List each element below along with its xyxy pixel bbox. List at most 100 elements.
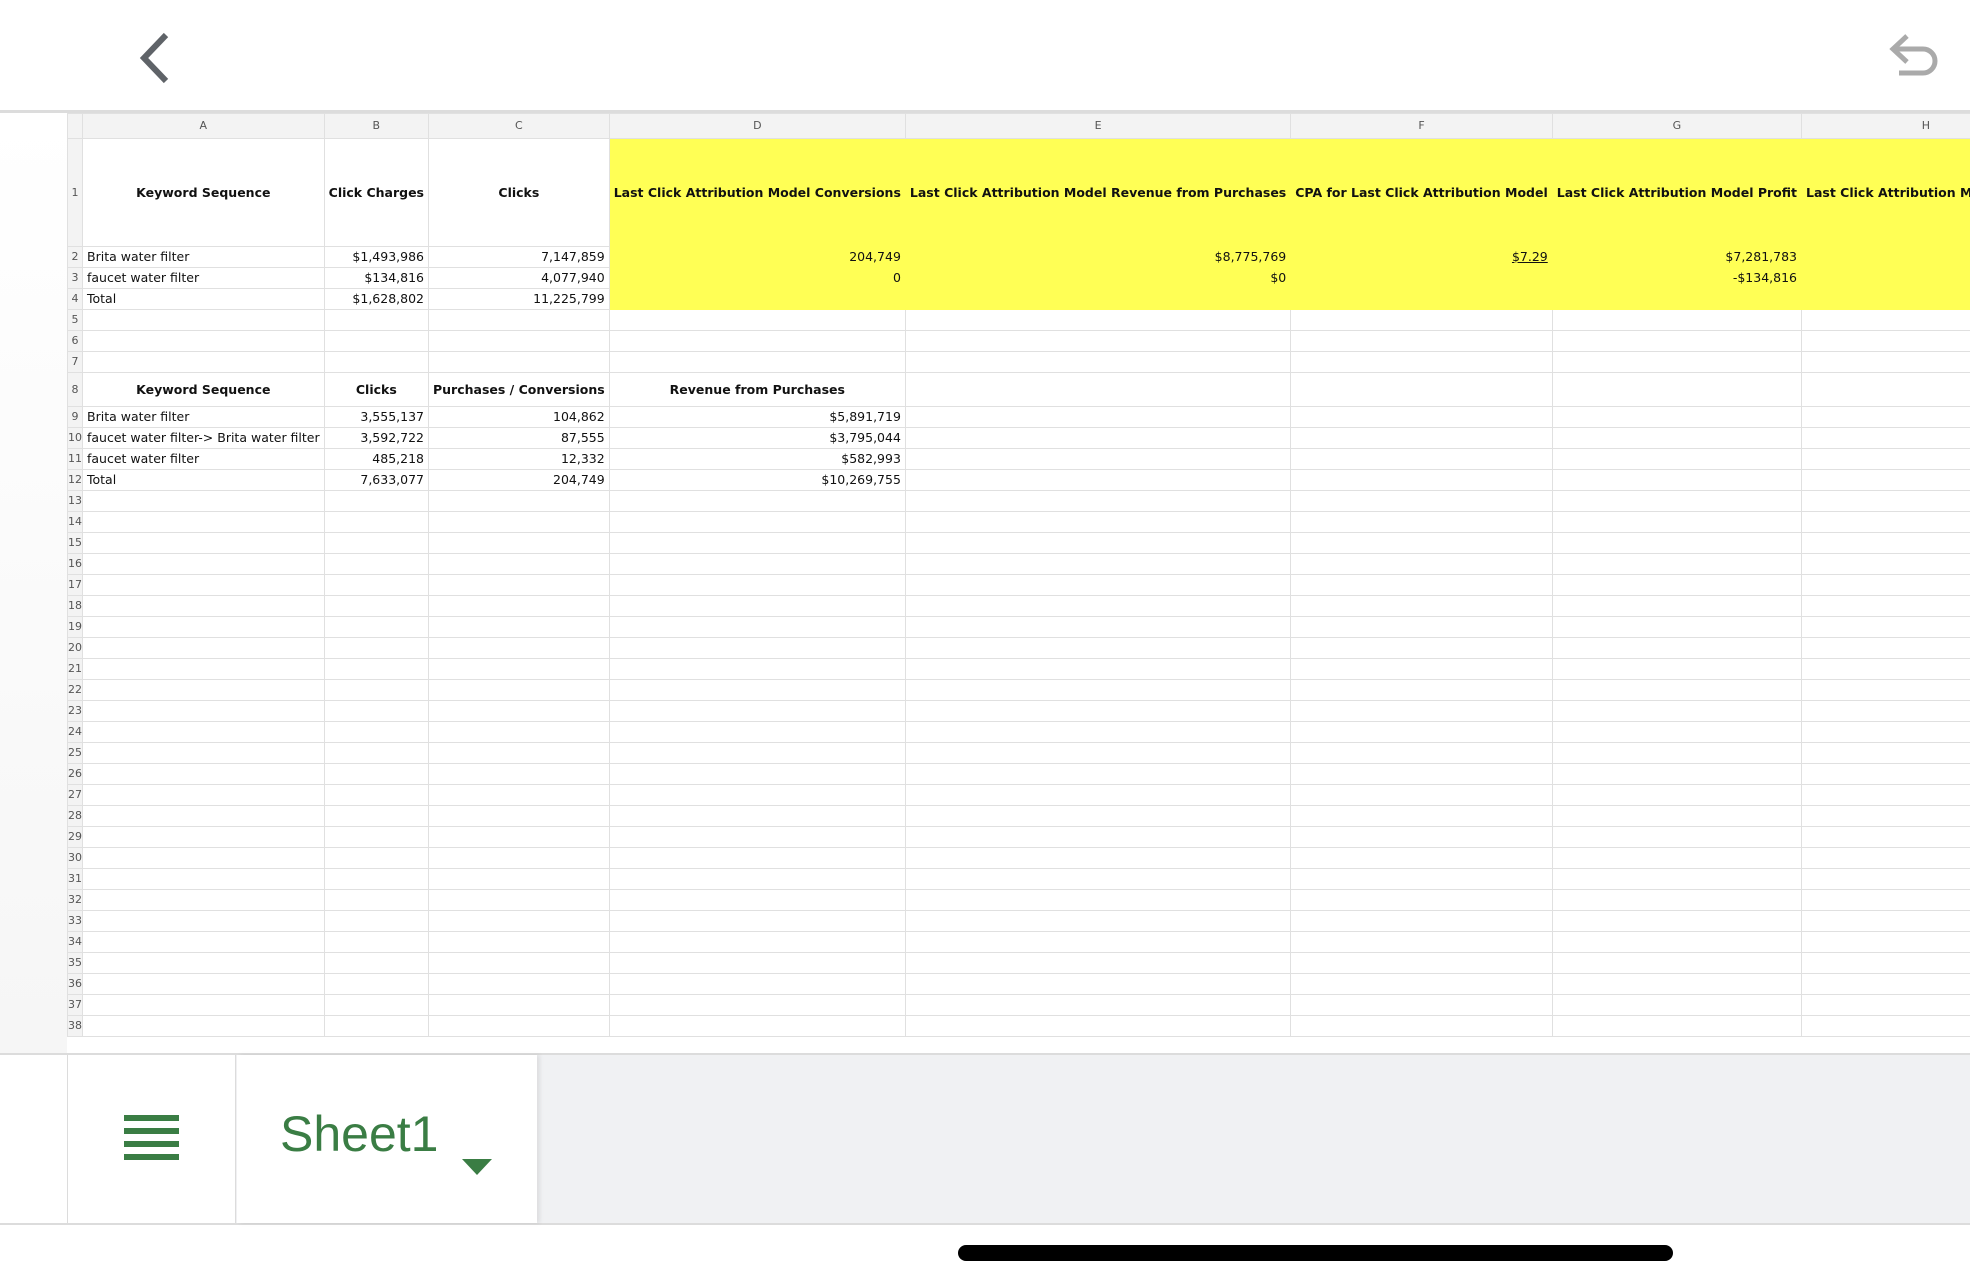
cell-b18[interactable] [323,595,430,617]
cell-a28[interactable] [82,805,325,827]
cell-h1[interactable]: Last Click Attribution Model ROAS [1801,138,1970,247]
cell-a6[interactable] [82,330,325,352]
cell-c33[interactable] [428,910,610,932]
cell-h34[interactable] [1801,931,1970,953]
row-header-17[interactable]: 17 [67,574,83,596]
cell-d16[interactable] [608,553,906,575]
cell-g5[interactable] [1551,309,1803,331]
cell-e23[interactable] [904,700,1292,722]
cell-e11[interactable] [904,448,1292,470]
cell-h9[interactable] [1801,406,1970,428]
cell-f33[interactable] [1290,910,1553,932]
cell-c19[interactable] [428,616,610,638]
cell-f9[interactable] [1290,406,1553,428]
cell-h18[interactable] [1801,595,1970,617]
cell-c14[interactable] [428,511,610,533]
cell-e16[interactable] [904,553,1292,575]
cell-f1[interactable]: CPA for Last Click Attribution Model [1290,138,1553,247]
cell-h38[interactable] [1801,1015,1970,1037]
cell-c28[interactable] [428,805,610,827]
row-header-19[interactable]: 19 [67,616,83,638]
cell-f36[interactable] [1290,973,1553,995]
cell-f19[interactable] [1290,616,1553,638]
cell-e32[interactable] [904,889,1292,911]
cell-a1[interactable]: Keyword Sequence [82,138,325,247]
cell-h20[interactable] [1801,637,1970,659]
row-header-20[interactable]: 20 [67,637,83,659]
cell-g11[interactable] [1551,448,1803,470]
row-header-10[interactable]: 10 [67,427,83,449]
cell-a18[interactable] [82,595,325,617]
row-header-29[interactable]: 29 [67,826,83,848]
cell-a31[interactable] [82,868,325,890]
cell-a2[interactable]: Brita water filter [82,246,325,268]
cell-g25[interactable] [1551,742,1803,764]
cell-f6[interactable] [1290,330,1553,352]
cell-h15[interactable] [1801,532,1970,554]
cell-c38[interactable] [428,1015,610,1037]
cell-b29[interactable] [323,826,430,848]
cell-g6[interactable] [1551,330,1803,352]
cell-d8[interactable]: Revenue from Purchases [608,372,906,407]
cell-f3[interactable] [1290,267,1553,289]
cell-f20[interactable] [1290,637,1553,659]
cell-c26[interactable] [428,763,610,785]
row-header-33[interactable]: 33 [67,910,83,932]
select-all-corner[interactable] [67,113,83,139]
cell-g27[interactable] [1551,784,1803,806]
cell-h22[interactable] [1801,679,1970,701]
row-header-9[interactable]: 9 [67,406,83,428]
cell-h31[interactable] [1801,868,1970,890]
row-header-25[interactable]: 25 [67,742,83,764]
cell-c27[interactable] [428,784,610,806]
cell-h14[interactable] [1801,511,1970,533]
cell-g12[interactable] [1551,469,1803,491]
cell-e30[interactable] [904,847,1292,869]
cell-c23[interactable] [428,700,610,722]
cell-c34[interactable] [428,931,610,953]
cell-g37[interactable] [1551,994,1803,1016]
cell-e29[interactable] [904,826,1292,848]
cell-e34[interactable] [904,931,1292,953]
cell-f2[interactable]: $7.29 [1290,246,1553,268]
cell-h5[interactable] [1801,309,1970,331]
cell-d32[interactable] [608,889,906,911]
cell-e9[interactable] [904,406,1292,428]
cell-b17[interactable] [323,574,430,596]
cell-a3[interactable]: faucet water filter [82,267,325,289]
cell-a33[interactable] [82,910,325,932]
row-header-8[interactable]: 8 [67,372,83,407]
cell-g14[interactable] [1551,511,1803,533]
row-header-18[interactable]: 18 [67,595,83,617]
home-indicator[interactable] [958,1245,1673,1261]
cell-e37[interactable] [904,994,1292,1016]
cell-e38[interactable] [904,1015,1292,1037]
cell-e24[interactable] [904,721,1292,743]
cell-c37[interactable] [428,994,610,1016]
cell-f31[interactable] [1290,868,1553,890]
cell-a24[interactable] [82,721,325,743]
cell-h17[interactable] [1801,574,1970,596]
cell-e2[interactable]: $8,775,769 [904,246,1292,268]
cell-a15[interactable] [82,532,325,554]
cell-d29[interactable] [608,826,906,848]
row-header-2[interactable]: 2 [67,246,83,268]
cell-a26[interactable] [82,763,325,785]
cell-f24[interactable] [1290,721,1553,743]
cell-h32[interactable] [1801,889,1970,911]
cell-c15[interactable] [428,532,610,554]
cell-f15[interactable] [1290,532,1553,554]
cell-a22[interactable] [82,679,325,701]
cell-d31[interactable] [608,868,906,890]
cell-e10[interactable] [904,427,1292,449]
cell-d15[interactable] [608,532,906,554]
cell-d38[interactable] [608,1015,906,1037]
row-header-38[interactable]: 38 [67,1015,83,1037]
cell-d25[interactable] [608,742,906,764]
cell-c21[interactable] [428,658,610,680]
column-header-g[interactable]: G [1551,113,1803,139]
cell-e22[interactable] [904,679,1292,701]
cell-c7[interactable] [428,351,610,373]
cell-f22[interactable] [1290,679,1553,701]
cell-g24[interactable] [1551,721,1803,743]
